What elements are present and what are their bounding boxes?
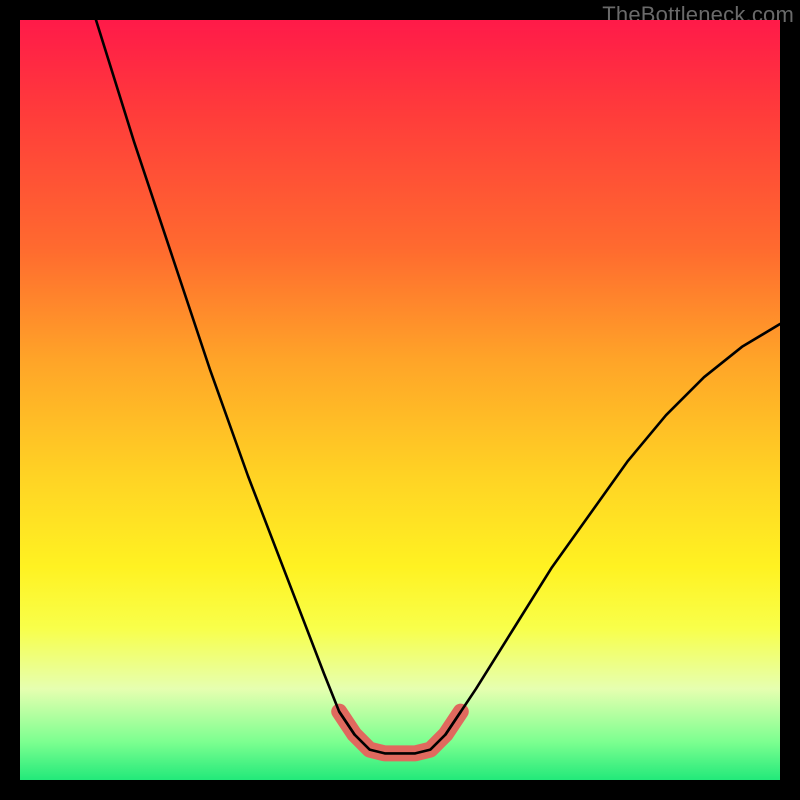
- valley-highlight: [339, 712, 461, 754]
- plot-area: [20, 20, 780, 780]
- curve-left: [96, 20, 354, 734]
- curve-right: [446, 324, 780, 734]
- chart-frame: TheBottleneck.com: [0, 0, 800, 800]
- chart-svg: [20, 20, 780, 780]
